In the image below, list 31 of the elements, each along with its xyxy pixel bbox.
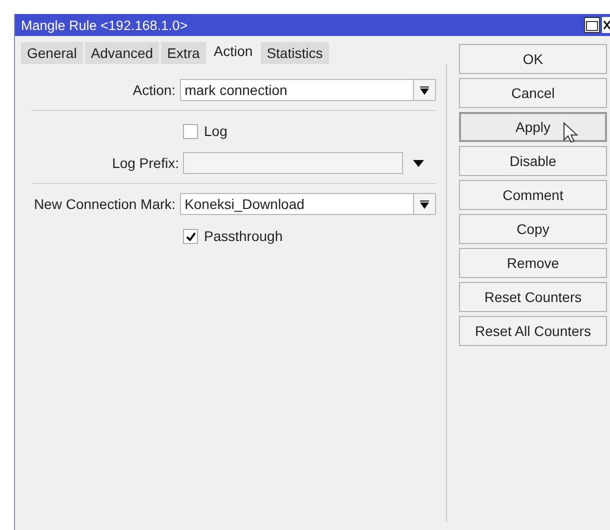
dialog-button[interactable]: Copy xyxy=(459,214,607,244)
triangle-down-icon[interactable] xyxy=(413,160,424,166)
select-field[interactable]: mark connection xyxy=(180,79,414,101)
tab[interactable]: Statistics xyxy=(260,42,329,64)
dialog-button[interactable]: Remove xyxy=(459,248,607,278)
dropdown-arrow-icon xyxy=(420,86,430,94)
field-label: New Connection Mark: xyxy=(32,196,177,212)
tab[interactable]: General xyxy=(21,42,83,64)
dialog-button[interactable]: Comment xyxy=(459,180,607,210)
select-field[interactable]: Koneksi_Download xyxy=(180,193,414,215)
maximize-icon[interactable] xyxy=(584,17,600,33)
tab[interactable]: Extra xyxy=(161,42,206,64)
dialog-button[interactable]: OK xyxy=(459,44,607,74)
dropdown-arrow-icon xyxy=(420,200,430,208)
dialog-button[interactable]: Reset All Counters xyxy=(459,316,607,346)
dialog-button[interactable]: Apply xyxy=(459,112,607,142)
dialog-button[interactable]: Cancel xyxy=(459,78,607,108)
checkbox[interactable]: Log xyxy=(183,123,228,139)
checkmark-icon xyxy=(186,232,196,240)
tab[interactable]: Advanced xyxy=(84,42,160,64)
cursor-icon xyxy=(563,122,579,144)
window-title: Mangle Rule <192.168.1.0> xyxy=(21,18,189,32)
close-icon[interactable] xyxy=(602,17,610,33)
field-label: Action: xyxy=(132,82,177,98)
input-field[interactable] xyxy=(183,152,403,174)
dialog-button[interactable]: Disable xyxy=(459,146,607,176)
field-label: Log Prefix: xyxy=(111,155,180,171)
dropdown-button[interactable] xyxy=(414,193,436,215)
dropdown-button[interactable] xyxy=(414,79,436,101)
checkbox[interactable]: Passthrough xyxy=(183,228,283,244)
dialog-button[interactable]: Reset Counters xyxy=(459,282,607,312)
